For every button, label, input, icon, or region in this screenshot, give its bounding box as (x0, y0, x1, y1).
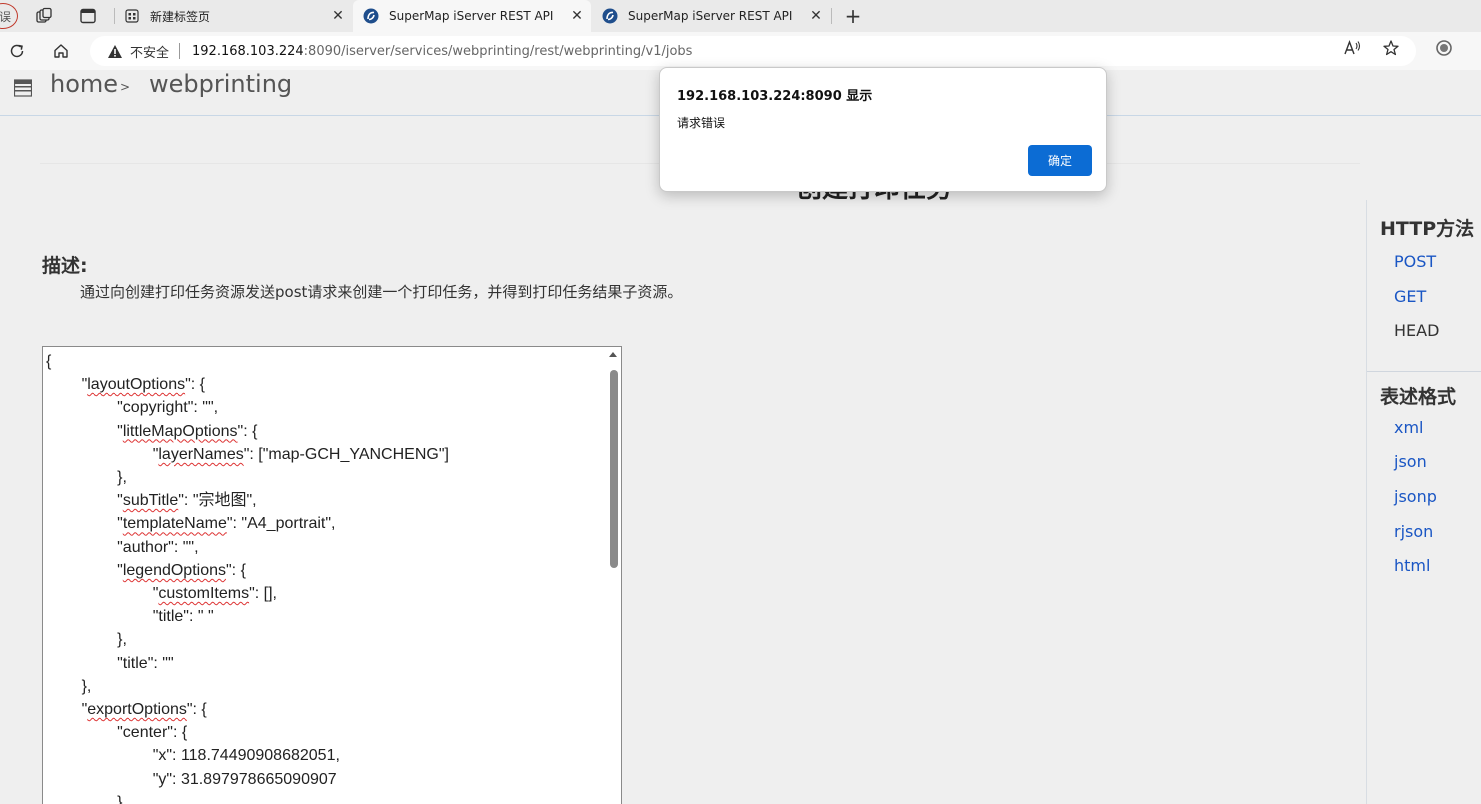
method-head-label: HEAD (1394, 321, 1440, 340)
close-tab-icon[interactable]: ✕ (806, 6, 826, 26)
code-line: }, (46, 469, 127, 487)
code-line: "littleMapOptions": { (46, 422, 258, 440)
tab-strip: 误 新建标签页 ✕ SuperMap iServer REST API ✕ Su… (0, 0, 1481, 32)
tab-supermap[interactable]: SuperMap iServer REST API ✕ (592, 0, 830, 32)
method-post-link[interactable]: POST (1394, 252, 1436, 271)
spellcheck-word: layoutOptions (87, 376, 186, 394)
code-line: "templateName": "A4_portrait", (46, 515, 336, 533)
breadcrumb-separator: > (120, 80, 131, 94)
refresh-button[interactable] (4, 38, 30, 64)
circle-icon (1436, 40, 1452, 56)
code-line: "legendOptions": { (46, 561, 246, 579)
insecure-label[interactable]: 不安全 (130, 42, 169, 61)
address-separator (179, 43, 181, 59)
format-rjson-link[interactable]: rjson (1394, 522, 1433, 541)
textarea-scrollbar[interactable] (607, 347, 621, 804)
code-line: "title": " " (46, 608, 214, 626)
code-line: "customItems": [], (46, 585, 277, 603)
scroll-up-arrow-icon[interactable] (609, 352, 617, 357)
breadcrumb-home-link[interactable]: home (50, 70, 118, 98)
address-bar[interactable]: 不安全 192.168.103.224:8090/iserver/service… (90, 36, 1416, 66)
tab-title: SuperMap iServer REST API (628, 9, 793, 23)
code-line: "subTitle": "宗地图", (46, 492, 257, 510)
close-tab-icon[interactable]: ✕ (567, 6, 587, 26)
code-line: "author": "", (46, 538, 199, 556)
browser-toolbar: 不安全 192.168.103.224:8090/iserver/service… (0, 32, 1481, 70)
new-tab-button[interactable]: + (840, 4, 866, 28)
workspaces-button[interactable] (31, 4, 57, 28)
spellcheck-word: templateName (122, 515, 227, 533)
request-body-textarea[interactable]: { "layoutOptions": { "copyright": "", "l… (42, 346, 622, 804)
http-methods-title: HTTP方法 (1380, 218, 1475, 240)
code-line: { (46, 353, 52, 370)
tab-new-tab[interactable]: 新建标签页 ✕ (114, 0, 352, 32)
request-body-content: { "layoutOptions": { "copyright": "", "l… (46, 350, 449, 804)
code-line: "x": 118.74490908682051, (46, 747, 340, 765)
close-tab-icon[interactable]: ✕ (328, 6, 348, 26)
spellcheck-word: exportOptions (87, 701, 187, 719)
spellcheck-word: subTitle (122, 492, 179, 510)
code-line: }, (46, 793, 127, 804)
tab-separator (831, 8, 832, 24)
code-line: "y": 31.897978665090907 (46, 770, 337, 788)
method-get-link[interactable]: GET (1394, 287, 1426, 306)
code-line: "layoutOptions": { (46, 376, 206, 394)
plus-icon: + (844, 4, 862, 28)
sidebar-divider (1367, 371, 1481, 372)
favorite-button[interactable] (1379, 36, 1403, 60)
dialog-title: 192.168.103.224:8090 显示 (677, 89, 873, 104)
menu-icon[interactable] (14, 79, 32, 97)
code-line: "title": "" (46, 654, 174, 672)
description-label: 描述: (42, 255, 88, 277)
ok-button[interactable]: 确定 (1028, 145, 1092, 176)
right-sidebar: HTTP方法 POST GET HEAD 表述格式 xml json jsonp… (1366, 200, 1481, 804)
error-badge[interactable]: 误 (0, 3, 18, 29)
alert-dialog: 192.168.103.224:8090 显示 请求错误 确定 (659, 67, 1107, 192)
url-path: :8090/iserver/services/webprinting/rest/… (303, 43, 693, 59)
home-icon (54, 44, 68, 58)
code-line: "layerNames": ["map-GCH_YANCHENG"] (46, 445, 449, 463)
vertical-tabs-icon (80, 8, 96, 24)
warning-icon[interactable] (106, 43, 124, 59)
tab-actions-button[interactable] (75, 4, 101, 28)
read-aloud-button[interactable] (1340, 36, 1364, 60)
url-host: 192.168.103.224 (192, 43, 304, 59)
code-line: }, (46, 677, 92, 695)
spellcheck-word: legendOptions (122, 561, 226, 579)
star-icon (1383, 40, 1399, 56)
format-json-link[interactable]: json (1394, 452, 1427, 471)
code-line: "exportOptions": { (46, 701, 207, 719)
code-line: "center": { (46, 724, 188, 742)
tab-title: SuperMap iServer REST API (389, 9, 554, 23)
read-aloud-icon (1344, 40, 1361, 55)
code-line: }, (46, 631, 127, 649)
refresh-icon (10, 44, 24, 58)
code-line: "copyright": "", (46, 399, 219, 417)
new-tab-page-icon (124, 8, 140, 24)
tab-supermap-active[interactable]: SuperMap iServer REST API ✕ (353, 0, 591, 32)
description-text: 通过向创建打印任务资源发送post请求来创建一个打印任务，并得到打印任务结果子资… (80, 283, 683, 301)
tab-title: 新建标签页 (150, 9, 211, 24)
supermap-logo-icon (602, 8, 618, 24)
breadcrumb-current[interactable]: webprinting (149, 70, 292, 98)
dialog-message: 请求错误 (677, 116, 726, 130)
spellcheck-word: littleMapOptions (122, 422, 238, 440)
spellcheck-word: customItems (158, 585, 250, 603)
format-html-link[interactable]: html (1394, 556, 1430, 575)
format-jsonp-link[interactable]: jsonp (1394, 487, 1437, 506)
supermap-logo-icon (363, 8, 379, 24)
workspaces-icon (36, 7, 52, 23)
home-button[interactable] (48, 38, 74, 64)
profile-button[interactable] (1432, 36, 1456, 60)
formats-title: 表述格式 (1380, 386, 1457, 408)
scrollbar-thumb[interactable] (610, 370, 618, 568)
format-xml-link[interactable]: xml (1394, 418, 1424, 437)
spellcheck-word: layerNames (158, 445, 244, 463)
